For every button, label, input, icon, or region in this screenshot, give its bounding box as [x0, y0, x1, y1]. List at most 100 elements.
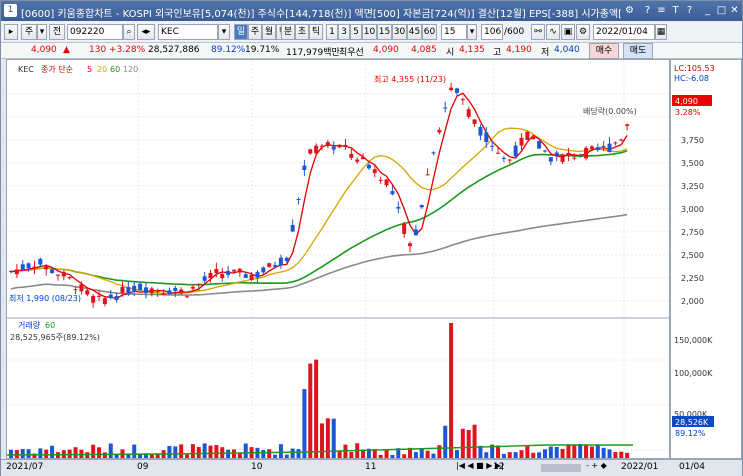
interval-45[interactable]: 45	[407, 24, 422, 40]
menu-icon[interactable]: ≡	[655, 4, 668, 17]
scroll-controls[interactable]: |◀ ◀ ■ ▶ ▶|	[456, 461, 504, 470]
best-bid: 4,085	[411, 45, 437, 55]
vol-tick-0: 150,000K	[674, 336, 713, 345]
legend-stock-name: KEC	[18, 65, 34, 74]
volume-value: 28,527,886	[148, 45, 200, 55]
help-icon[interactable]: ?	[641, 4, 654, 17]
candle-13	[85, 290, 90, 295]
interval-15[interactable]: 15	[377, 24, 392, 40]
settings-icon[interactable]: ⚙	[623, 4, 636, 17]
chart-window: 1 [0600] 키움종합차트 - KOSPI 외국인보유[5,074(천)] …	[0, 0, 743, 476]
gear-icon[interactable]: ⚙	[576, 24, 590, 40]
current-price: 4,090	[31, 45, 57, 55]
text-icon[interactable]: T	[669, 4, 682, 17]
period-tick[interactable]: 틱	[309, 24, 323, 40]
question-icon[interactable]: ?	[683, 4, 696, 17]
ma60-path	[10, 150, 628, 286]
interval-10[interactable]: 10	[362, 24, 377, 40]
search-icon[interactable]: ⌕	[123, 24, 135, 40]
chart-plot-area[interactable]: KEC 종가 단순 5 20 60 120 최고 4,355 (11/23) 최…	[6, 59, 670, 459]
volume-tag: 28,526K	[675, 418, 709, 427]
x-tick-0: 2021/07	[6, 462, 44, 472]
toggle-button[interactable]: ▸	[4, 24, 18, 40]
period-month[interactable]: 월	[262, 24, 276, 40]
candle-86	[513, 145, 518, 157]
candle-74	[443, 107, 448, 109]
candle-62	[372, 169, 377, 174]
interval-3[interactable]: 3	[338, 24, 350, 40]
volume-bar-65	[390, 454, 395, 458]
volume-bar-105	[625, 452, 630, 458]
candle-20	[126, 286, 131, 295]
chart-link-icon[interactable]: ⚯	[531, 24, 545, 40]
scroll-track[interactable]	[541, 464, 581, 472]
buy-button[interactable]: 매수	[589, 43, 619, 59]
candle-15	[97, 295, 102, 297]
view-stock-button[interactable]: 주	[21, 24, 37, 40]
legend-ma5: 5	[87, 65, 92, 74]
candle-52	[314, 145, 319, 154]
calendar-icon[interactable]: ▦	[655, 24, 667, 40]
volume-bar-70	[419, 449, 424, 458]
stock-name-field[interactable]: KEC	[158, 24, 218, 40]
candle-22	[138, 283, 143, 291]
candle-14	[91, 295, 96, 303]
period-minute[interactable]: 분	[281, 24, 295, 40]
zoom-controls[interactable]: - + ◆	[586, 461, 607, 470]
volume-ma-label: 60	[45, 321, 55, 330]
sell-button[interactable]: 매도	[623, 43, 653, 59]
stock-name-dropdown[interactable]: ▾	[218, 24, 230, 40]
candle-81	[484, 132, 489, 143]
view-dropdown[interactable]: ▾	[37, 24, 47, 40]
high-value: 4,190	[506, 45, 532, 55]
interval-dropdown[interactable]: ▾	[467, 24, 477, 40]
candle-104	[619, 139, 624, 141]
candle-10	[67, 277, 72, 279]
volume-bar-104	[619, 451, 624, 458]
trade-amount: 117,979백만	[286, 48, 340, 58]
volume-bar-44	[267, 449, 272, 458]
close-button[interactable]: ✕	[728, 4, 741, 17]
candle-105	[625, 124, 630, 126]
prev-stock-button[interactable]: ◂▸	[137, 24, 155, 40]
compare-icon[interactable]: ∿	[546, 24, 560, 40]
interval-5[interactable]: 5	[350, 24, 362, 40]
volume-bar-92	[548, 446, 553, 458]
candle-3	[26, 263, 31, 269]
volume-bar-30	[185, 454, 190, 458]
minimize-button[interactable]: _	[701, 4, 714, 17]
volume-bar-0	[9, 449, 13, 458]
volume-label: 거래량	[18, 320, 41, 330]
interval-custom-field[interactable]: 15	[441, 24, 467, 40]
candle-44	[267, 263, 272, 267]
candle-72	[431, 152, 436, 154]
candle-46	[278, 257, 283, 266]
maximize-button[interactable]: □	[715, 4, 728, 17]
candle-94	[560, 154, 565, 162]
date-input[interactable]: 2022/01/04	[593, 24, 655, 40]
candle-92	[548, 157, 553, 162]
interval-60[interactable]: 60	[422, 24, 437, 40]
pct-tag: 3.28%	[675, 108, 701, 117]
period-week[interactable]: 주	[248, 24, 262, 40]
period-second[interactable]: 초	[295, 24, 309, 40]
volume-bar-29	[179, 444, 184, 458]
period-day[interactable]: 일	[234, 24, 248, 40]
stock-code-input[interactable]: 092220	[67, 24, 123, 40]
view-all-button[interactable]: 전	[49, 24, 65, 40]
legend-ma20: 20	[97, 65, 107, 74]
best-ask: 4,090	[373, 45, 399, 55]
interval-1[interactable]: 1	[326, 24, 338, 40]
interval-30[interactable]: 30	[392, 24, 407, 40]
volume-bar-75	[449, 323, 454, 458]
volume-bar-45	[273, 454, 278, 458]
low-label: 저	[541, 48, 550, 58]
candle-43	[261, 267, 266, 273]
candle-59	[355, 159, 360, 162]
high-label: 고	[493, 48, 502, 58]
volume-bar-99	[589, 446, 594, 458]
count-input[interactable]: 106	[481, 24, 503, 40]
candle-73	[437, 129, 442, 133]
save-icon[interactable]: ▣	[561, 24, 575, 40]
candle-6	[44, 265, 49, 270]
